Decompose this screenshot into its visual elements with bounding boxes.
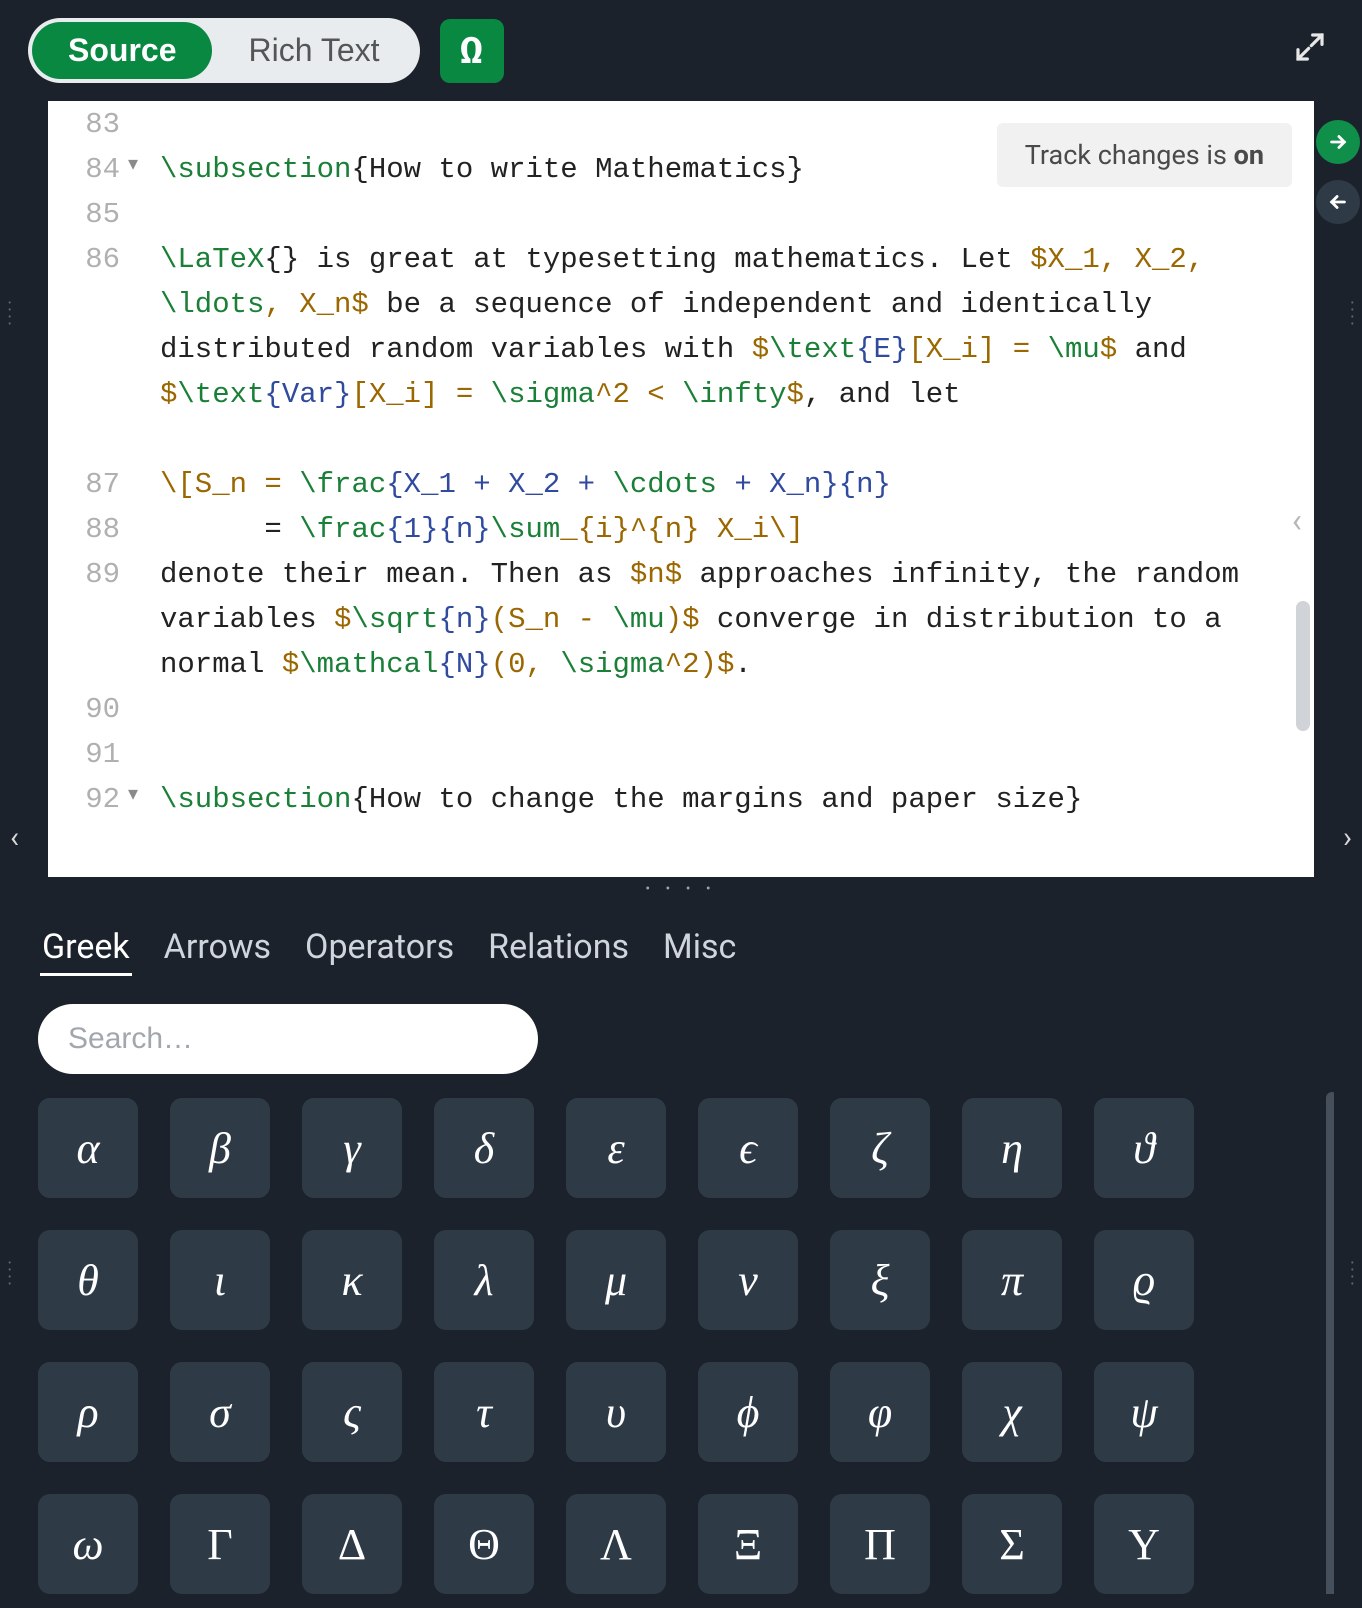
symbol-button[interactable]: ν xyxy=(698,1230,798,1330)
symbol-button[interactable]: β xyxy=(170,1098,270,1198)
symbol-button[interactable]: ξ xyxy=(830,1230,930,1330)
symbol-button[interactable]: θ xyxy=(38,1230,138,1330)
horizontal-splitter[interactable]: • • • • xyxy=(48,877,1314,901)
category-tab-relations[interactable]: Relations xyxy=(486,921,631,976)
editor-mode-tabs: Source Rich Text xyxy=(28,18,420,83)
code-editor[interactable]: 83848586878889909192 \subsection{How to … xyxy=(48,101,1314,877)
code-line[interactable]: denote their mean. Then as $n$ approache… xyxy=(160,553,1294,688)
line-number: 85 xyxy=(48,193,120,238)
left-drag-handle-icon[interactable]: •••• xyxy=(8,1260,11,1288)
line-number: 86 xyxy=(48,238,120,463)
line-number: 88 xyxy=(48,508,120,553)
collapse-left-icon[interactable]: ‹ xyxy=(10,820,19,855)
editor-scrollbar[interactable] xyxy=(1296,601,1310,731)
symbol-button[interactable]: ϑ xyxy=(1094,1098,1194,1198)
symbol-panel-scrollbar[interactable] xyxy=(1326,1092,1334,1594)
line-number: 83 xyxy=(48,103,120,148)
category-tab-greek[interactable]: Greek xyxy=(40,921,132,976)
line-gutter: 83848586878889909192 xyxy=(48,101,134,877)
category-tab-arrows[interactable]: Arrows xyxy=(162,921,273,976)
fullscreen-icon[interactable] xyxy=(1286,23,1334,79)
right-drag-handle-icon[interactable]: •••• xyxy=(1351,1260,1354,1288)
next-change-button[interactable] xyxy=(1316,120,1360,164)
category-tab-operators[interactable]: Operators xyxy=(303,921,456,976)
symbol-button[interactable]: δ xyxy=(434,1098,534,1198)
symbol-button[interactable]: κ xyxy=(302,1230,402,1330)
symbol-button[interactable]: ω xyxy=(38,1494,138,1594)
track-changes-badge: Track changes is on xyxy=(997,123,1292,187)
symbol-button[interactable]: Υ xyxy=(1094,1494,1194,1594)
code-line[interactable]: \LaTeX{} is great at typesetting mathema… xyxy=(160,238,1294,463)
category-tab-misc[interactable]: Misc xyxy=(661,921,738,976)
line-number: 84 xyxy=(48,148,120,193)
symbol-button[interactable]: ι xyxy=(170,1230,270,1330)
line-number: 92 xyxy=(48,778,120,823)
symbol-button[interactable]: λ xyxy=(434,1230,534,1330)
symbol-button[interactable]: τ xyxy=(434,1362,534,1462)
line-number: 89 xyxy=(48,553,120,688)
symbol-panel: Greek Arrows Operators Relations Misc αβγδεϵ… xyxy=(0,901,1362,1608)
right-drag-handle-icon[interactable]: •••• xyxy=(1351,300,1354,328)
symbol-button[interactable]: φ xyxy=(830,1362,930,1462)
symbol-grid: αβγδεϵζηϑ θικλμνξπϱ ρσςτυϕφχψ ωΓΔΘΛΞΠΣΥ xyxy=(38,1098,1324,1594)
line-number: 91 xyxy=(48,733,120,778)
symbol-button[interactable]: ς xyxy=(302,1362,402,1462)
symbol-button[interactable]: Δ xyxy=(302,1494,402,1594)
tab-rich-text[interactable]: Rich Text xyxy=(212,22,415,79)
symbol-button[interactable]: Ξ xyxy=(698,1494,798,1594)
editor-region: 83848586878889909192 \subsection{How to … xyxy=(0,101,1362,877)
symbol-button[interactable]: ε xyxy=(566,1098,666,1198)
symbol-search-input[interactable] xyxy=(38,1004,538,1074)
symbol-button[interactable]: ζ xyxy=(830,1098,930,1198)
line-number: 90 xyxy=(48,688,120,733)
line-number: 87 xyxy=(48,463,120,508)
symbol-button[interactable]: ρ xyxy=(38,1362,138,1462)
left-drag-handle-icon[interactable]: •••• xyxy=(8,300,11,328)
symbols-toggle-button[interactable]: Ω xyxy=(440,19,504,83)
symbol-button[interactable]: Σ xyxy=(962,1494,1062,1594)
symbol-button[interactable]: ϱ xyxy=(1094,1230,1194,1330)
symbol-button[interactable]: μ xyxy=(566,1230,666,1330)
code-line[interactable] xyxy=(160,733,1294,778)
symbol-button[interactable]: Γ xyxy=(170,1494,270,1594)
symbol-button[interactable]: χ xyxy=(962,1362,1062,1462)
symbol-button[interactable]: ϵ xyxy=(698,1098,798,1198)
symbol-button[interactable]: γ xyxy=(302,1098,402,1198)
symbol-button[interactable]: ψ xyxy=(1094,1362,1194,1462)
top-toolbar: Source Rich Text Ω xyxy=(0,0,1362,101)
code-line[interactable]: = \frac{1}{n}\sum_{i}^{n} X_i\] xyxy=(160,508,1294,553)
symbol-button[interactable]: σ xyxy=(170,1362,270,1462)
collapse-right-icon[interactable]: › xyxy=(1343,820,1352,855)
code-line[interactable] xyxy=(160,193,1294,238)
symbol-category-tabs: Greek Arrows Operators Relations Misc xyxy=(28,901,1334,992)
symbol-button[interactable]: Θ xyxy=(434,1494,534,1594)
symbol-button[interactable]: Π xyxy=(830,1494,930,1594)
prev-change-button[interactable] xyxy=(1316,180,1360,224)
symbol-button[interactable]: η xyxy=(962,1098,1062,1198)
symbol-button[interactable]: π xyxy=(962,1230,1062,1330)
symbol-button[interactable]: υ xyxy=(566,1362,666,1462)
symbol-button[interactable]: α xyxy=(38,1098,138,1198)
tab-source[interactable]: Source xyxy=(32,22,212,79)
code-line[interactable]: \subsection{How to change the margins an… xyxy=(160,778,1294,823)
code-line[interactable]: \[S_n = \frac{X_1 + X_2 + \cdots + X_n}{… xyxy=(160,463,1294,508)
symbol-button[interactable]: ϕ xyxy=(698,1362,798,1462)
symbol-button[interactable]: Λ xyxy=(566,1494,666,1594)
review-caret-icon[interactable]: ‹ xyxy=(1292,501,1302,541)
code-line[interactable] xyxy=(160,688,1294,733)
code-body[interactable]: \subsection{How to write Mathematics}\La… xyxy=(134,101,1314,877)
